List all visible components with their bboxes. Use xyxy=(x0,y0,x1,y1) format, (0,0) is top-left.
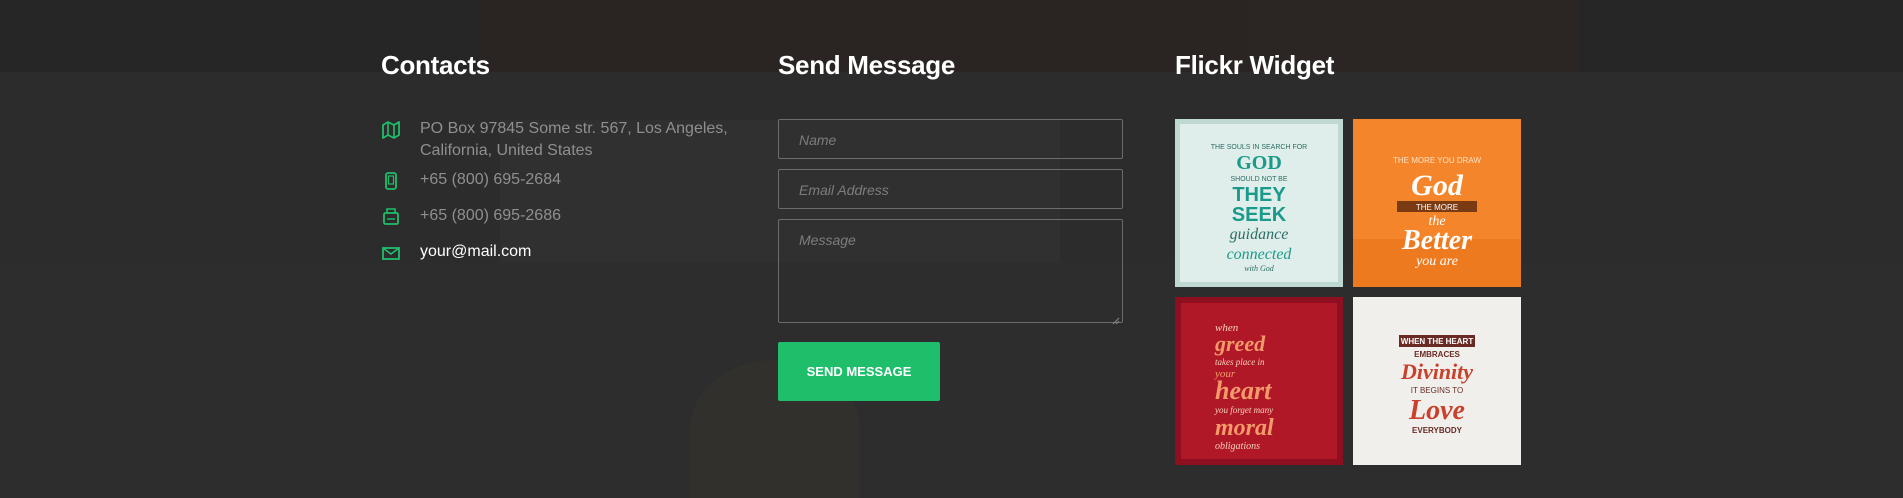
image2-line-5: Better xyxy=(1401,225,1473,256)
image3-line-8: obligations xyxy=(1215,441,1260,452)
send-message-section: Send Message Name Email Address Message … xyxy=(778,48,1125,401)
send-message-title: Send Message xyxy=(778,50,956,80)
image1-line-8: with God xyxy=(1244,264,1275,273)
email-link[interactable]: your@mail.com xyxy=(420,241,750,263)
email-input[interactable]: Email Address xyxy=(778,169,1123,209)
image4-line-5: Love xyxy=(1408,395,1465,426)
phone-text: +65 (800) 695-2684 xyxy=(420,171,561,188)
image3-line-7: moral xyxy=(1215,415,1274,441)
image1-line-7: connected xyxy=(1227,246,1293,263)
contacts-title: Contacts xyxy=(381,50,490,80)
image4-line-4: IT BEGINS TO xyxy=(1411,386,1463,395)
image1-line-6: guidance xyxy=(1230,226,1289,243)
image1-line-4: THEY xyxy=(1232,184,1286,206)
phone-icon xyxy=(381,171,401,191)
image2-line-3: THE MORE xyxy=(1416,203,1458,212)
name-input[interactable]: Name xyxy=(778,119,1123,159)
email-placeholder: Email Address xyxy=(799,182,889,198)
flickr-image-3[interactable]: when greed takes place in your heart you… xyxy=(1175,297,1343,465)
image4-line-3: Divinity xyxy=(1400,359,1473,384)
image3-line-5: heart xyxy=(1215,376,1272,405)
fax-icon xyxy=(381,207,401,227)
flickr-title: Flickr Widget xyxy=(1175,50,1335,80)
flickr-image-4[interactable]: WHEN THE HEART EMBRACES Divinity IT BEGI… xyxy=(1353,297,1521,465)
image1-line-2: GOD xyxy=(1236,152,1282,174)
map-icon xyxy=(381,120,401,140)
flickr-image-2[interactable]: THE MORE YOU DRAW God THE MORE the Bette… xyxy=(1353,119,1521,287)
image4-line-2: EMBRACES xyxy=(1414,350,1460,359)
image4-line-6: EVERYBODY xyxy=(1412,426,1463,435)
image4-line-1: WHEN THE HEART xyxy=(1401,337,1474,346)
resize-handle-icon[interactable] xyxy=(1112,312,1120,325)
flickr-section: Flickr Widget THE SOULS IN SEARCH FOR GO… xyxy=(1175,48,1535,465)
send-message-button[interactable]: SEND MESSAGE xyxy=(778,342,940,401)
message-textarea[interactable]: Message xyxy=(778,219,1123,325)
image1-line-5: SEEK xyxy=(1232,204,1287,226)
message-placeholder: Message xyxy=(799,232,856,248)
address-text: PO Box 97845 Some str. 567, Los Angeles,… xyxy=(420,120,728,159)
image1-line-3: SHOULD NOT BE xyxy=(1230,176,1287,183)
flickr-image-1[interactable]: THE SOULS IN SEARCH FOR GOD SHOULD NOT B… xyxy=(1175,119,1343,287)
image2-line-1: THE MORE YOU DRAW xyxy=(1393,156,1481,165)
image2-line-2: God xyxy=(1411,169,1464,202)
contacts-section: Contacts PO Box 97845 Some str. 567, Los… xyxy=(381,48,751,260)
image3-line-2: greed xyxy=(1214,331,1266,356)
image2-line-6: you are xyxy=(1414,254,1458,269)
mail-icon xyxy=(381,243,401,263)
name-placeholder: Name xyxy=(799,132,837,148)
image3-line-3: takes place in xyxy=(1215,357,1265,367)
image3-line-6: you forget many xyxy=(1214,405,1273,415)
fax-text: +65 (800) 695-2686 xyxy=(420,207,561,224)
image1-line-1: THE SOULS IN SEARCH FOR xyxy=(1211,144,1307,151)
